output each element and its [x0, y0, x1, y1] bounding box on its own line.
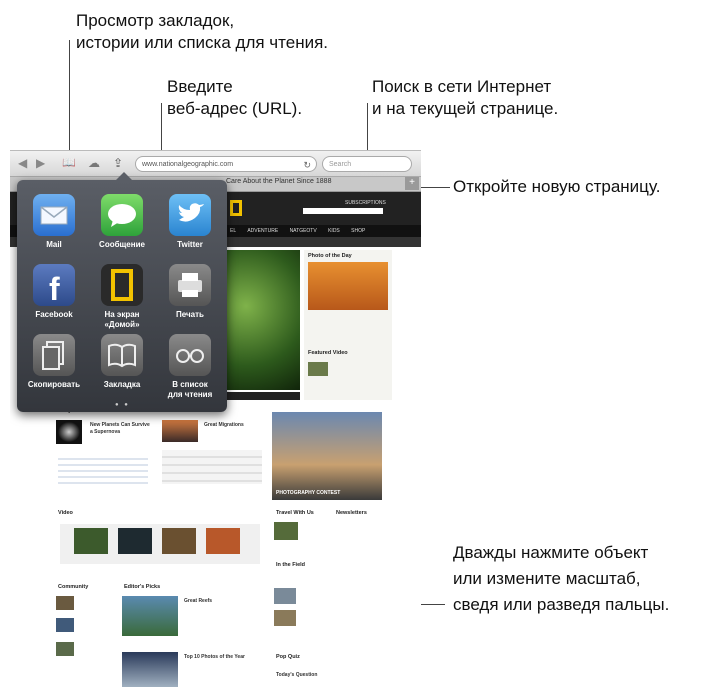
video-thumb-2[interactable] — [118, 528, 152, 554]
leader-line-bookmarks — [69, 40, 70, 160]
daily-news-thumb[interactable] — [56, 420, 82, 444]
editors-picks-title: Editor's Picks — [124, 584, 161, 590]
safari-toolbar: ◀ ▶ 📖 ☁ ⇪ www.nationalgeographic.com ↻ S… — [10, 151, 421, 177]
pop-quiz-title: Pop Quiz — [276, 654, 300, 660]
community-title: Community — [58, 584, 89, 590]
twitter-icon — [169, 194, 211, 236]
share-copy[interactable]: Скопировать — [21, 334, 87, 390]
bookmark-book-icon — [101, 334, 143, 376]
callout-bookmarks: Просмотр закладок, истории или списка дл… — [76, 11, 329, 52]
facebook-icon: f — [33, 264, 75, 307]
site-logo[interactable] — [230, 200, 242, 216]
editors-pick-top10[interactable]: Top 10 Photos of the Year — [184, 654, 245, 661]
on-tv-thumb[interactable] — [162, 420, 198, 442]
on-tv-headline[interactable]: Great Migrations — [204, 422, 244, 429]
photo-of-day-title: Photo of the Day — [308, 253, 352, 259]
share-icon[interactable]: ⇪ — [113, 156, 123, 170]
print-icon — [169, 264, 211, 306]
video-thumb-4[interactable] — [206, 528, 240, 554]
in-field-thumb-2[interactable] — [274, 610, 296, 626]
nav-item-natgeotv[interactable]: NATGEOTV — [290, 228, 317, 234]
travel-title: Travel With Us — [276, 510, 314, 516]
nav-item-adventure[interactable]: ADVENTURE — [247, 228, 278, 234]
editors-pick-reefs-thumb[interactable] — [122, 596, 178, 636]
share-message[interactable]: Сообщение — [89, 194, 155, 250]
photo-contest-label[interactable]: PHOTOGRAPHY CONTEST — [276, 490, 340, 497]
share-bookmark[interactable]: Закладка — [89, 334, 155, 390]
leader-line-new-page — [420, 187, 450, 188]
in-field-title: In the Field — [276, 562, 306, 568]
nav-item-kids[interactable]: KIDS — [328, 228, 340, 234]
photo-of-day-image[interactable] — [308, 262, 388, 310]
new-tab-button[interactable]: + — [405, 177, 419, 190]
travel-thumb[interactable] — [274, 522, 298, 540]
share-reading-list[interactable]: В список для чтения — [157, 334, 223, 400]
share-print[interactable]: Печать — [157, 264, 223, 320]
reading-list-icon — [169, 334, 211, 376]
share-twitter[interactable]: Twitter — [157, 194, 223, 250]
share-facebook[interactable]: f Facebook — [21, 264, 87, 320]
callout-zoom: Дважды нажмите объект или измените масшт… — [453, 543, 670, 614]
home-screen-icon — [101, 264, 143, 306]
site-search-box[interactable] — [303, 208, 383, 214]
photo-contest-banner[interactable] — [272, 412, 382, 500]
page-indicator-dots[interactable]: ● ● — [115, 402, 130, 408]
callout-search: Поиск в сети Интернет и на текущей стран… — [372, 77, 559, 118]
featured-video-title: Featured Video — [308, 350, 348, 356]
subscriptions-label[interactable]: SUBSCRIPTIONS — [345, 200, 386, 207]
todays-question[interactable]: Today's Question — [276, 672, 317, 679]
share-mail[interactable]: Mail — [21, 194, 87, 250]
video-title: Video — [58, 510, 73, 516]
svg-text:f: f — [49, 271, 60, 306]
nav-item-el[interactable]: EL — [230, 228, 236, 234]
featured-video-thumb[interactable] — [308, 362, 328, 376]
video-strip[interactable] — [60, 524, 260, 564]
photo-of-day-panel: Photo of the Day Featured Video — [304, 250, 392, 400]
callout-new-page: Откройте новую страницу. — [453, 177, 661, 196]
copy-icon — [33, 334, 75, 376]
share-home-screen[interactable]: На экран «Домой» — [89, 264, 155, 330]
video-thumb-1[interactable] — [74, 528, 108, 554]
in-field-thumb-1[interactable] — [274, 588, 296, 604]
share-popover: Mail Сообщение Twitter f Facebook На экр… — [17, 172, 227, 412]
address-field[interactable]: www.nationalgeographic.com ↻ — [135, 156, 317, 172]
video-thumb-3[interactable] — [162, 528, 196, 554]
back-icon[interactable]: ◀ — [18, 156, 27, 170]
newsletters-title: Newsletters — [336, 510, 367, 516]
community-thumb-1[interactable] — [56, 596, 74, 610]
forward-icon[interactable]: ▶ — [36, 156, 45, 170]
tab-title[interactable]: Care About the Planet Since 1888 — [226, 178, 331, 185]
safari-window: ◀ ▶ 📖 ☁ ⇪ www.nationalgeographic.com ↻ S… — [10, 150, 421, 687]
community-thumb-2[interactable] — [56, 618, 74, 632]
search-field[interactable]: Search — [322, 156, 412, 172]
message-icon — [101, 194, 143, 236]
url-text: www.nationalgeographic.com — [142, 161, 234, 168]
mail-icon — [33, 194, 75, 236]
editors-pick-reefs[interactable]: Great Reefs — [184, 598, 212, 605]
daily-news-links[interactable] — [58, 454, 148, 484]
community-thumb-3[interactable] — [56, 642, 74, 656]
icloud-tabs-icon[interactable]: ☁ — [88, 156, 100, 170]
reload-icon[interactable]: ↻ — [303, 157, 311, 173]
daily-news-headline[interactable]: New Planets Can Survive a Supernova — [90, 422, 150, 436]
editors-pick-top10-thumb[interactable] — [122, 652, 178, 687]
bookmarks-icon[interactable]: 📖 — [62, 156, 76, 170]
nav-item-shop[interactable]: SHOP — [351, 228, 365, 234]
on-tv-schedule[interactable] — [162, 450, 262, 484]
callout-address: Введите веб-адрес (URL). — [167, 77, 303, 118]
